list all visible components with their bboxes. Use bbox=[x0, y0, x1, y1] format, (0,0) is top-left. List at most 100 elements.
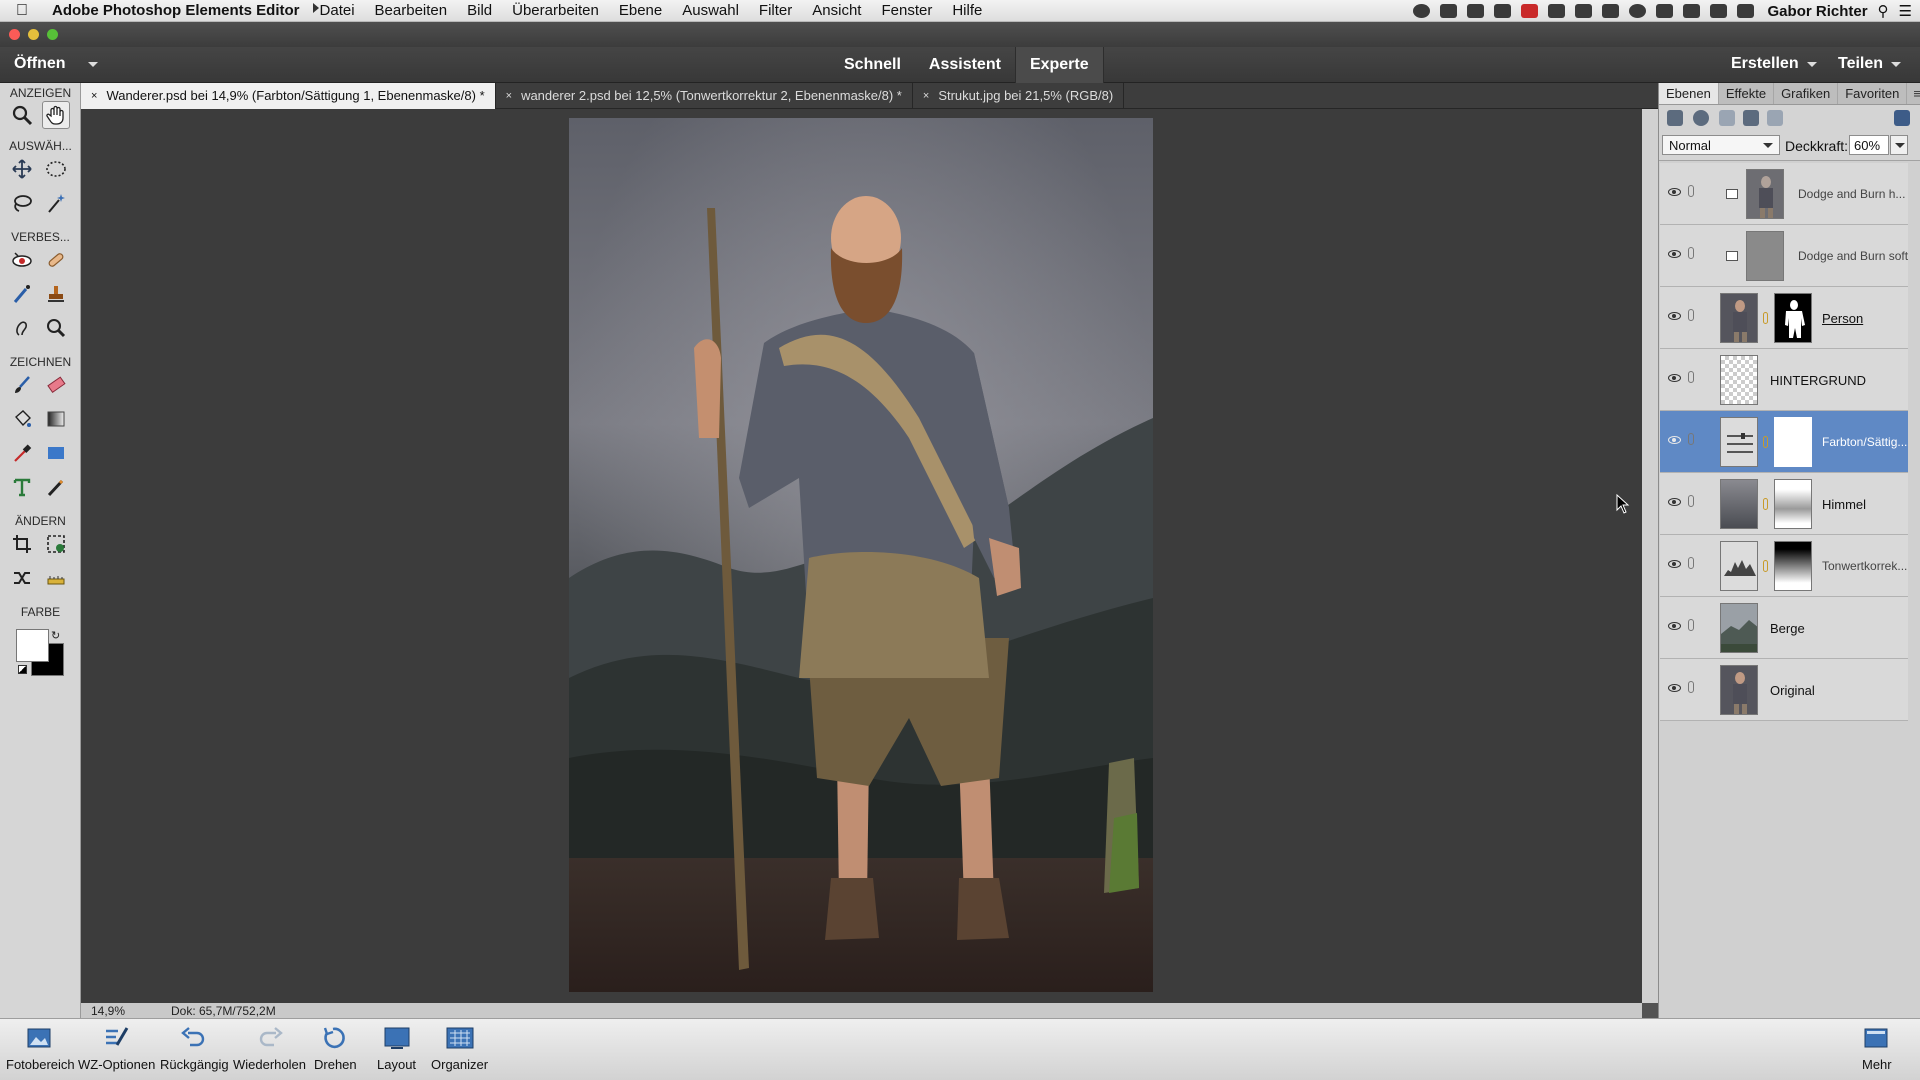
open-button[interactable]: Öffnen bbox=[14, 55, 98, 73]
display-icon[interactable] bbox=[1601, 4, 1619, 18]
trash-icon[interactable] bbox=[1894, 110, 1910, 126]
close-tab-icon[interactable]: × bbox=[91, 83, 97, 109]
document-tab-strukut[interactable]: × Strukut.jpg bei 21,5% (RGB/8) bbox=[913, 83, 1125, 109]
layer-name[interactable]: Dodge and Burn soft bbox=[1798, 249, 1908, 263]
wifi-icon[interactable] bbox=[1682, 4, 1700, 18]
recompose-tool[interactable] bbox=[42, 530, 70, 558]
layer-row-person[interactable]: Person bbox=[1660, 287, 1908, 349]
red-eye-tool[interactable] bbox=[8, 246, 36, 274]
paint-bucket-tool[interactable] bbox=[8, 405, 36, 433]
tool-options-button[interactable]: WZ-Optionen bbox=[78, 1025, 155, 1072]
document-tab-wanderer-2[interactable]: × wanderer 2.psd bei 12,5% (Tonwertkorre… bbox=[496, 83, 913, 109]
tab-favoriten[interactable]: Favoriten bbox=[1838, 83, 1908, 104]
smart-brush-tool[interactable] bbox=[8, 280, 36, 308]
layout-button[interactable]: Layout bbox=[377, 1025, 416, 1072]
swap-colors-icon[interactable]: ↻ bbox=[51, 629, 60, 642]
tab-grafiken[interactable]: Grafiken bbox=[1774, 83, 1839, 104]
lock-icon[interactable] bbox=[1743, 110, 1759, 126]
tab-effekte[interactable]: Effekte bbox=[1719, 83, 1775, 104]
gradient-tool[interactable] bbox=[42, 405, 70, 433]
foreground-color-swatch[interactable] bbox=[16, 629, 49, 662]
visibility-eye-icon[interactable] bbox=[1668, 436, 1681, 444]
status-menu-arrow-icon[interactable] bbox=[313, 3, 319, 13]
link-icon[interactable] bbox=[1688, 371, 1694, 383]
lock-transparency-icon[interactable] bbox=[1767, 110, 1783, 126]
mask-link-icon[interactable] bbox=[1763, 436, 1768, 448]
visibility-eye-icon[interactable] bbox=[1668, 560, 1681, 568]
apple-menu-icon[interactable]:  bbox=[0, 2, 44, 20]
eject-icon[interactable] bbox=[1709, 4, 1727, 18]
content-aware-move-tool[interactable] bbox=[8, 564, 36, 592]
layer-row-original[interactable]: Original bbox=[1660, 659, 1908, 721]
document-tab-wanderer[interactable]: × Wanderer.psd bei 14,9% (Farbton/Sättig… bbox=[81, 83, 496, 109]
blur-tool[interactable] bbox=[8, 314, 36, 342]
panel-menu-icon[interactable]: ≡ bbox=[1907, 83, 1920, 104]
user-name[interactable]: Gabor Richter bbox=[1768, 3, 1868, 20]
tab-assistent[interactable]: Assistent bbox=[915, 47, 1015, 83]
layer-name[interactable]: Berge bbox=[1770, 621, 1805, 636]
close-tab-icon[interactable]: × bbox=[506, 83, 512, 109]
link-icon[interactable] bbox=[1688, 247, 1694, 259]
shape-tool[interactable] bbox=[42, 439, 70, 467]
menu-hilfe[interactable]: Hilfe bbox=[942, 2, 992, 19]
new-adjustment-layer-icon[interactable] bbox=[1693, 110, 1709, 126]
minimize-window-icon[interactable] bbox=[28, 29, 39, 40]
drive-sync-icon[interactable] bbox=[1574, 4, 1592, 18]
crop-tool[interactable] bbox=[8, 530, 36, 558]
visibility-eye-icon[interactable] bbox=[1668, 374, 1681, 382]
layer-row-dodge-burn-hard[interactable]: Dodge and Burn h... bbox=[1660, 163, 1908, 225]
default-colors-icon[interactable] bbox=[18, 665, 27, 674]
app-name-menu[interactable]: Adobe Photoshop Elements Editor bbox=[44, 2, 310, 19]
visibility-eye-icon[interactable] bbox=[1668, 498, 1681, 506]
layer-row-farbton-saettigung[interactable]: Farbton/Sättig... bbox=[1660, 411, 1908, 473]
new-layer-icon[interactable] bbox=[1667, 110, 1683, 126]
visibility-eye-icon[interactable] bbox=[1668, 684, 1681, 692]
zoom-level[interactable]: 14,9% bbox=[81, 1004, 141, 1018]
redo-button[interactable]: Wiederholen bbox=[233, 1025, 306, 1072]
mask-link-icon[interactable] bbox=[1763, 560, 1768, 572]
evernote-icon[interactable] bbox=[1493, 4, 1511, 18]
eraser-tool[interactable] bbox=[42, 371, 70, 399]
cloud-icon[interactable] bbox=[1466, 4, 1484, 18]
tab-schnell[interactable]: Schnell bbox=[830, 47, 915, 83]
canvas-area[interactable] bbox=[81, 109, 1642, 1003]
time-machine-icon[interactable] bbox=[1628, 4, 1646, 18]
menu-ueberarbeiten[interactable]: Überarbeiten bbox=[502, 2, 609, 19]
visibility-eye-icon[interactable] bbox=[1668, 188, 1681, 196]
blend-mode-select[interactable]: Normal bbox=[1662, 135, 1780, 155]
layer-mask-thumbnail[interactable] bbox=[1774, 541, 1812, 591]
link-icon[interactable] bbox=[1688, 619, 1694, 631]
brush-tool[interactable] bbox=[8, 371, 36, 399]
menu-fenster[interactable]: Fenster bbox=[871, 2, 942, 19]
menu-filter[interactable]: Filter bbox=[749, 2, 802, 19]
link-icon[interactable] bbox=[1688, 557, 1694, 569]
vertical-scrollbar[interactable] bbox=[1642, 109, 1658, 1003]
record-icon[interactable] bbox=[1412, 4, 1430, 18]
undo-button[interactable]: Rückgängig bbox=[160, 1025, 229, 1072]
layer-row-hintergrund[interactable]: HINTERGRUND bbox=[1660, 349, 1908, 411]
rotate-button[interactable]: Drehen bbox=[314, 1025, 357, 1072]
quick-selection-tool[interactable] bbox=[42, 189, 70, 217]
organizer-button[interactable]: Organizer bbox=[431, 1025, 488, 1072]
layer-name[interactable]: Farbton/Sättig... bbox=[1822, 435, 1907, 449]
layer-name[interactable]: Person bbox=[1822, 311, 1863, 326]
layer-name[interactable]: Himmel bbox=[1822, 497, 1866, 512]
layer-name[interactable]: Dodge and Burn h... bbox=[1798, 187, 1905, 201]
menu-ansicht[interactable]: Ansicht bbox=[802, 2, 871, 19]
create-button[interactable]: Erstellen bbox=[1731, 55, 1817, 73]
more-button[interactable]: Mehr bbox=[1862, 1025, 1892, 1072]
layer-name[interactable]: Original bbox=[1770, 683, 1815, 698]
link-icon[interactable] bbox=[1688, 681, 1694, 693]
clone-stamp-tool[interactable] bbox=[42, 280, 70, 308]
hand-tool[interactable] bbox=[42, 101, 70, 129]
type-tool[interactable] bbox=[8, 473, 36, 501]
screen-icon[interactable] bbox=[1439, 4, 1457, 18]
move-tool[interactable] bbox=[8, 155, 36, 183]
visibility-eye-icon[interactable] bbox=[1668, 312, 1681, 320]
zoom-tool[interactable] bbox=[8, 101, 36, 129]
layer-row-berge[interactable]: Berge bbox=[1660, 597, 1908, 659]
visibility-eye-icon[interactable] bbox=[1668, 250, 1681, 258]
layer-row-tonwertkorrektur[interactable]: Tonwertkorrek... bbox=[1660, 535, 1908, 597]
link-icon[interactable] bbox=[1688, 309, 1694, 321]
menu-bearbeiten[interactable]: Bearbeiten bbox=[365, 2, 458, 19]
